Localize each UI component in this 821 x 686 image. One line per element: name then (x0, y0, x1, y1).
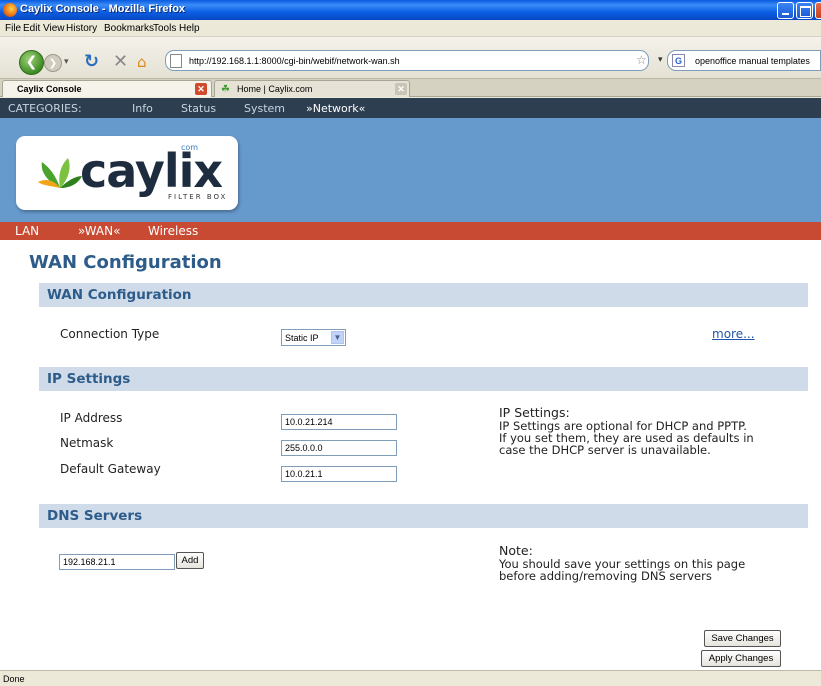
section-wan-configuration: WAN Configuration (39, 283, 808, 307)
help-title: IP Settings: (499, 405, 570, 420)
browser-window: Caylix Console - Mozilla Firefox File Ed… (0, 0, 821, 686)
window-title: Caylix Console - Mozilla Firefox (20, 3, 186, 15)
page-title: WAN Configuration (29, 252, 222, 273)
category-status[interactable]: Status (181, 102, 216, 115)
menu-tools[interactable]: Tools (153, 23, 176, 34)
netmask-label: Netmask (60, 436, 114, 450)
header-banner: caylix com FILTER BOX (0, 118, 821, 222)
address-bar[interactable]: http://192.168.1.1:8000/cgi-bin/webif/ne… (165, 50, 663, 71)
logo-com: com (181, 143, 199, 152)
home-icon[interactable]: ⌂ (137, 53, 147, 71)
default-gateway-input[interactable]: 10.0.21.1 (281, 466, 397, 482)
section-title: WAN Configuration (47, 287, 192, 303)
forward-button[interactable]: ❯ (44, 54, 62, 72)
firefox-icon (3, 3, 17, 17)
stop-icon[interactable]: ✕ (113, 51, 128, 72)
search-text: openoffice manual templates (695, 56, 810, 66)
connection-type-select[interactable]: Static IP ▼ (281, 329, 346, 346)
sub-navigation: LAN »WAN« Wireless (0, 222, 821, 240)
logo-wordmark: caylix (80, 144, 223, 198)
status-bar: Done (0, 670, 821, 686)
menu-history[interactable]: History (66, 23, 97, 34)
caylix-logo: caylix com FILTER BOX (16, 136, 238, 210)
category-network[interactable]: »Network« (306, 102, 365, 115)
default-gateway-label: Default Gateway (60, 462, 161, 476)
ip-settings-help: IP Settings: IP Settings are optional fo… (499, 405, 754, 457)
menu-bar: File Edit View History Bookmarks Tools H… (0, 20, 821, 37)
save-changes-button[interactable]: Save Changes (704, 630, 781, 647)
maximize-button[interactable] (796, 2, 813, 19)
url-text: http://192.168.1.1:8000/cgi-bin/webif/ne… (189, 56, 400, 66)
bookmark-star-icon[interactable]: ☆ (636, 53, 647, 67)
title-bar: Caylix Console - Mozilla Firefox (0, 0, 821, 20)
note-line: before adding/removing DNS servers (499, 569, 712, 583)
help-line: case the DHCP server is unavailable. (499, 443, 711, 457)
subnav-lan[interactable]: LAN (15, 224, 39, 238)
page-content: CATEGORIES: Info Status System »Network«… (0, 98, 821, 670)
category-system[interactable]: System (244, 102, 285, 115)
menu-file[interactable]: File (5, 23, 21, 34)
apply-changes-button[interactable]: Apply Changes (701, 650, 781, 667)
connection-type-value: Static IP (285, 333, 319, 343)
minimize-button[interactable] (777, 2, 794, 19)
section-title: DNS Servers (47, 508, 143, 524)
connection-type-label: Connection Type (60, 327, 160, 341)
history-dropdown-icon[interactable]: ▾ (64, 57, 69, 67)
menu-edit[interactable]: Edit (23, 23, 40, 34)
tab-caylix-console[interactable]: Caylix Console ✕ (2, 80, 212, 97)
google-icon[interactable]: G (672, 54, 685, 67)
leaf-logo-icon (38, 158, 82, 188)
chevron-down-icon[interactable]: ▼ (331, 331, 344, 344)
tab-bar: Caylix Console ✕ ☘ Home | Caylix.com ✕ (0, 79, 821, 97)
menu-help[interactable]: Help (179, 23, 200, 34)
netmask-input[interactable]: 255.0.0.0 (281, 440, 397, 456)
category-info[interactable]: Info (132, 102, 153, 115)
ip-address-label: IP Address (60, 411, 123, 425)
dns-note: Note: You should save your settings on t… (499, 543, 745, 583)
subnav-wireless[interactable]: Wireless (148, 224, 198, 238)
menu-bookmarks[interactable]: Bookmarks (104, 23, 154, 34)
url-dropdown-icon[interactable]: ▾ (658, 54, 663, 65)
menu-view[interactable]: View (43, 23, 65, 34)
section-title: IP Settings (47, 371, 131, 387)
search-bar[interactable]: G openoffice manual templates (667, 50, 821, 71)
back-button[interactable]: ❮ (19, 50, 44, 75)
caylix-favicon-icon: ☘ (221, 84, 230, 95)
section-dns-servers: DNS Servers (39, 504, 808, 528)
close-window-button[interactable] (815, 2, 821, 19)
status-text: Done (3, 674, 25, 684)
reload-icon[interactable]: ↻ (84, 51, 99, 72)
close-tab-icon[interactable]: ✕ (195, 83, 207, 95)
section-ip-settings: IP Settings (39, 367, 808, 391)
subnav-wan[interactable]: »WAN« (78, 224, 120, 238)
page-icon (170, 54, 182, 68)
categories-label: CATEGORIES: (8, 102, 82, 115)
tab-label: Caylix Console (17, 84, 82, 94)
category-bar: CATEGORIES: Info Status System »Network« (0, 98, 821, 118)
dns-server-input[interactable]: 192.168.21.1 (59, 554, 175, 570)
tab-home-caylix[interactable]: ☘ Home | Caylix.com ✕ (214, 80, 410, 97)
tab-label: Home | Caylix.com (237, 84, 313, 94)
more-link[interactable]: more... (712, 327, 755, 341)
ip-address-input[interactable]: 10.0.21.214 (281, 414, 397, 430)
logo-tagline: FILTER BOX (168, 193, 228, 201)
add-dns-button[interactable]: Add (176, 552, 204, 569)
note-title: Note: (499, 543, 533, 558)
close-tab-icon[interactable]: ✕ (395, 83, 407, 95)
